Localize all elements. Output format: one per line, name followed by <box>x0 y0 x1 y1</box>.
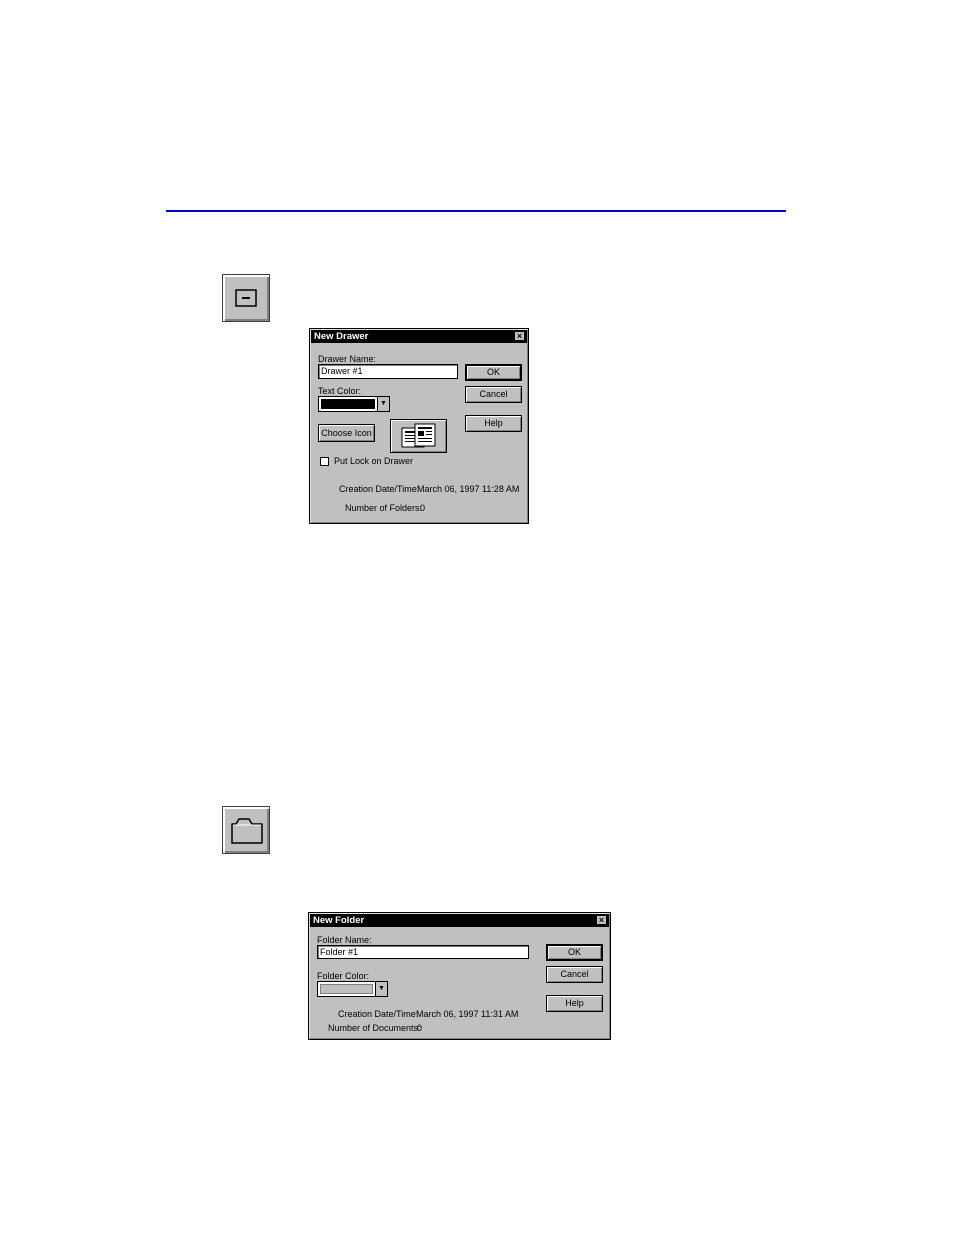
documents-count-value: 0 <box>417 1023 423 1033</box>
folder-help-button[interactable]: Help <box>546 995 603 1012</box>
folder-name-input[interactable]: Folder #1 <box>317 945 529 959</box>
drawer-dialog-titlebar: New Drawer × <box>311 330 527 343</box>
folder-color-swatch <box>320 984 373 994</box>
drawer-name-label: Drawer Name: <box>318 354 377 364</box>
drawer-dialog-title: New Drawer <box>314 331 369 342</box>
drawer-preview-icon <box>401 423 436 448</box>
lock-drawer-label: Put Lock on Drawer <box>334 456 414 466</box>
choose-icon-button[interactable]: Choose Icon <box>318 424 375 442</box>
lock-drawer-checkbox[interactable] <box>320 457 329 466</box>
folder-creation-value: March 06, 1997 11:31 AM <box>416 1009 519 1019</box>
folder-dialog-title: New Folder <box>313 915 365 926</box>
new-drawer-tool-button[interactable] <box>222 274 270 322</box>
header-rule <box>166 210 786 212</box>
folder-cancel-button[interactable]: Cancel <box>546 966 603 983</box>
close-icon[interactable]: × <box>514 331 525 341</box>
folders-count-label: Number of Folders: <box>345 503 423 513</box>
new-folder-dialog: New Folder × Folder Name: Folder #1 Fold… <box>308 912 611 1040</box>
text-color-select[interactable]: ▼ <box>318 396 390 412</box>
chevron-down-icon[interactable]: ▼ <box>375 982 387 996</box>
folder-name-label: Folder Name: <box>317 935 372 945</box>
drawer-ok-button[interactable]: OK <box>465 364 522 381</box>
folder-icon <box>231 818 263 844</box>
folder-ok-button[interactable]: OK <box>546 944 603 961</box>
chevron-down-icon[interactable]: ▼ <box>377 397 389 411</box>
documents-count-label: Number of Documents: <box>328 1023 421 1033</box>
new-folder-tool-button[interactable] <box>222 806 270 854</box>
folder-creation-label: Creation Date/Time: <box>338 1009 419 1019</box>
folder-color-label: Folder Color: <box>317 971 370 981</box>
drawer-name-input[interactable]: Drawer #1 <box>318 364 458 379</box>
close-icon[interactable]: × <box>596 915 607 925</box>
text-color-label: Text Color: <box>318 386 362 396</box>
folder-color-select[interactable]: ▼ <box>317 981 388 997</box>
drawer-cancel-button[interactable]: Cancel <box>465 386 522 403</box>
text-color-swatch <box>321 399 375 409</box>
drawer-creation-value: March 06, 1997 11:28 AM <box>417 484 520 494</box>
drawer-creation-label: Creation Date/Time: <box>339 484 420 494</box>
new-drawer-dialog: New Drawer × Drawer Name: Drawer #1 Text… <box>309 328 529 524</box>
folders-count-value: 0 <box>420 503 426 513</box>
drawer-icon-preview <box>390 419 447 453</box>
folder-dialog-titlebar: New Folder × <box>310 914 609 927</box>
drawer-icon <box>235 289 257 307</box>
drawer-help-button[interactable]: Help <box>465 415 522 432</box>
